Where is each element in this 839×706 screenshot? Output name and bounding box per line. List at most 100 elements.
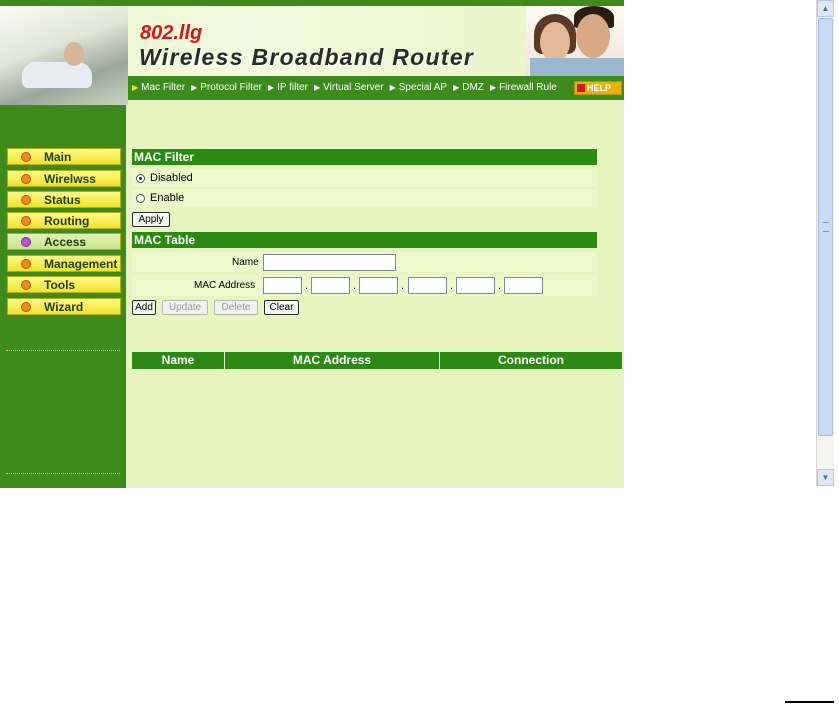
mac-octet-2-input[interactable]: [311, 277, 350, 294]
nav-item-label: Protocol Filter: [200, 82, 262, 93]
nav-item-mac-filter[interactable]: ▶ Mac Filter: [132, 82, 185, 93]
option-enable-row[interactable]: Enable: [132, 189, 597, 207]
mac-separator: .: [498, 279, 502, 292]
enable-label: Enable: [150, 192, 185, 204]
sidebar-item-routing[interactable]: Routing: [7, 212, 121, 229]
sidebar-item-access[interactable]: Access: [7, 233, 121, 250]
top-nav-bar: ▶ Mac Filter ▶ Protocol Filter ▶ IP filter ▶ Vi…: [128, 76, 624, 100]
mac-table-header: MAC Table: [132, 232, 597, 248]
nav-arrow-icon: ▶: [389, 83, 396, 92]
sidebar-item-label: Access: [44, 234, 87, 249]
sidebar-item-main[interactable]: Main: [7, 148, 121, 165]
nav-item-dmz[interactable]: ▶ DMZ: [453, 82, 484, 93]
bullet-icon: [21, 194, 31, 205]
nav-item-label: Mac Filter: [141, 82, 186, 93]
name-label: Name: [232, 256, 259, 268]
help-button[interactable]: HELP: [574, 81, 622, 95]
nav-arrow-icon: ▶: [489, 83, 497, 92]
nav-item-firewall-rule[interactable]: ▶ Firewall Rule: [490, 82, 557, 93]
mac-separator: .: [353, 279, 357, 292]
bullet-icon: [21, 151, 31, 162]
delete-button[interactable]: Delete: [214, 300, 258, 315]
sidebar-item-label: Wirelwss: [44, 171, 96, 186]
bullet-icon: [21, 279, 31, 290]
sidebar-item-label: Routing: [44, 213, 90, 228]
router-title: Wireless Broadband Router: [139, 44, 475, 70]
sidebar-item-label: Tools: [44, 277, 76, 292]
sidebar: Main Wirelwss Status Routing Access Managemen…: [0, 105, 126, 488]
mac-address-label: MAC Address: [194, 280, 256, 291]
name-input[interactable]: [263, 254, 396, 271]
sidebar-item-label: Wizard: [44, 299, 84, 314]
page-rule: [785, 701, 834, 703]
banner-person-figure: [22, 62, 92, 88]
mac-table-header-row: Name MAC Address Connection: [132, 352, 622, 369]
help-icon: [577, 84, 585, 92]
scroll-grip-icon: [823, 222, 829, 232]
mac-octet-3-input[interactable]: [359, 277, 398, 294]
disabled-label: Disabled: [150, 172, 193, 184]
sidebar-item-wirelwss[interactable]: Wirelwss: [7, 170, 121, 187]
bullet-icon: [21, 215, 31, 226]
nav-arrow-icon: ▶: [453, 83, 460, 92]
scroll-up-arrow-icon[interactable]: ▲: [817, 0, 834, 17]
mac-octet-6-input[interactable]: [504, 277, 543, 294]
bullet-icon: [21, 301, 31, 312]
nav-item-special-ap[interactable]: ▶ Special AP: [390, 82, 448, 93]
mac-filter-header: MAC Filter: [132, 149, 597, 165]
option-disabled-row[interactable]: Disabled: [132, 169, 597, 187]
nav-arrow-icon: ▶: [267, 83, 275, 92]
column-mac-address: MAC Address: [225, 352, 440, 369]
mac-address-row: MAC Address . . . . .: [132, 275, 597, 296]
nav-item-label: Virtual Server: [323, 82, 384, 93]
sidebar-divider-bottom: [6, 473, 120, 474]
top-nav-items: ▶ Mac Filter ▶ Protocol Filter ▶ IP filter ▶ Vi…: [132, 82, 563, 93]
mac-separator: .: [450, 279, 454, 292]
banner-person-head: [64, 42, 84, 66]
browser-frame: 802.llg Wireless Broadband Router ▶ Mac F…: [0, 0, 839, 488]
enable-radio[interactable]: [136, 193, 145, 203]
name-row: Name: [132, 252, 597, 272]
nav-item-label: IP filter: [277, 82, 308, 93]
update-button[interactable]: Update: [162, 300, 208, 315]
nav-item-label: Special AP: [398, 82, 448, 93]
column-connection: Connection: [440, 352, 622, 369]
sidebar-item-label: Status: [44, 192, 81, 207]
bullet-icon: [21, 258, 31, 269]
banner-couple-shirt: [530, 58, 624, 76]
nav-item-ip-filter[interactable]: ▶ IP filter: [268, 82, 308, 93]
banner-couple-face-right: [576, 14, 610, 58]
clear-button[interactable]: Clear: [264, 300, 299, 315]
mac-octet-4-input[interactable]: [408, 277, 447, 294]
sidebar-item-management[interactable]: Management: [7, 255, 121, 272]
add-button[interactable]: Add: [132, 300, 156, 315]
banner-couple-face-left: [540, 22, 570, 62]
mac-octet-5-input[interactable]: [456, 277, 495, 294]
nav-item-virtual-server[interactable]: ▶ Virtual Server: [314, 82, 384, 93]
nav-item-protocol-filter[interactable]: ▶ Protocol Filter: [191, 82, 262, 93]
vertical-scrollbar[interactable]: ▲ ▼: [816, 0, 834, 486]
main-content: MAC Filter Disabled Enable Apply MAC Tab…: [126, 105, 624, 488]
nav-arrow-icon: ▶: [191, 83, 198, 92]
sidebar-item-label: Management: [44, 256, 118, 271]
apply-button[interactable]: Apply: [132, 212, 170, 227]
nav-item-label: DMZ: [462, 82, 484, 93]
sidebar-item-label: Main: [44, 149, 72, 164]
nav-arrow-icon: ▶: [132, 83, 139, 92]
mac-separator: .: [401, 279, 405, 292]
bullet-icon: [21, 236, 31, 247]
sidebar-item-tools[interactable]: Tools: [7, 276, 121, 293]
scroll-down-arrow-icon[interactable]: ▼: [817, 469, 834, 486]
nav-arrow-icon: ▶: [314, 83, 321, 92]
sidebar-item-status[interactable]: Status: [7, 191, 121, 208]
mac-octet-1-input[interactable]: [263, 277, 302, 294]
disabled-radio[interactable]: [136, 173, 145, 183]
sidebar-divider: [6, 350, 120, 351]
sidebar-item-wizard[interactable]: Wizard: [7, 298, 121, 315]
help-label: HELP: [587, 83, 612, 93]
bullet-icon: [21, 173, 31, 184]
scroll-thumb[interactable]: [818, 18, 833, 436]
mac-separator: .: [305, 279, 309, 292]
nav-item-label: Firewall Rule: [499, 82, 557, 93]
column-name: Name: [132, 352, 225, 369]
